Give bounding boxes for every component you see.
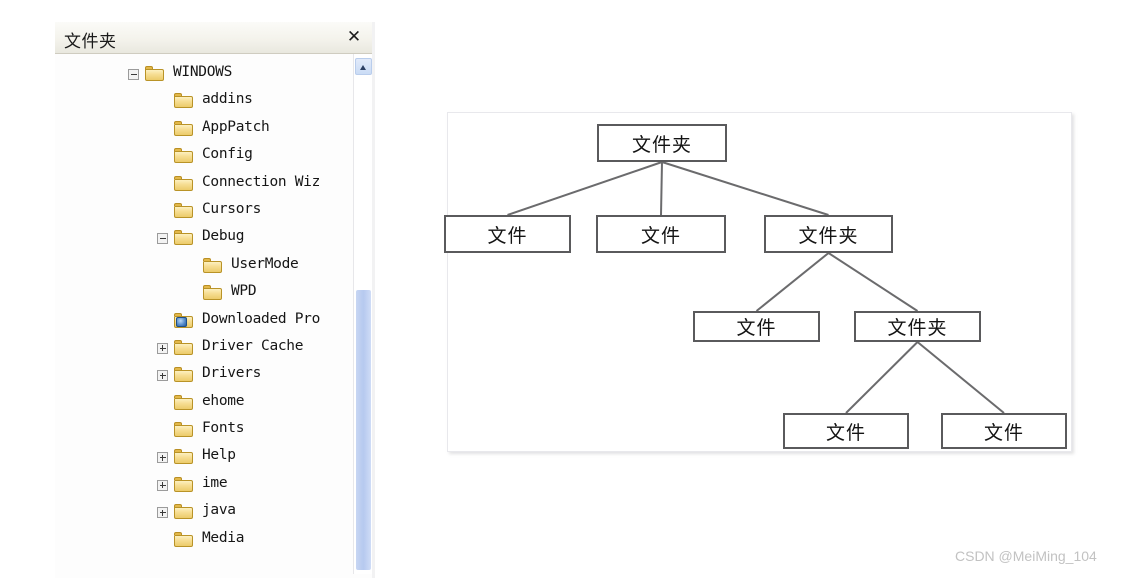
tree-item-ime[interactable]: ime <box>55 473 347 500</box>
tree-item-addins[interactable]: addins <box>55 89 347 116</box>
diagram-node: 文件夹 <box>764 215 893 253</box>
tree-item-config[interactable]: Config <box>55 144 347 171</box>
close-icon[interactable]: ✕ <box>343 27 365 49</box>
explorer-title: 文件夹 <box>64 32 117 52</box>
tree-item-label: Fonts <box>202 420 245 437</box>
folder-tree[interactable]: WINDOWS addins AppPatch Config Connection Wi… <box>55 62 347 578</box>
folder-icon <box>174 230 193 246</box>
tree-item-help[interactable]: Help <box>55 445 347 472</box>
folder-icon <box>174 422 193 438</box>
collapse-icon[interactable] <box>157 233 168 245</box>
folder-icon <box>174 476 193 492</box>
tree-item-media[interactable]: Media <box>55 528 347 555</box>
panel-right-edge <box>372 22 375 578</box>
diagram-edge <box>660 161 663 216</box>
tree-item-cursors[interactable]: Cursors <box>55 199 347 226</box>
diagram-edges <box>507 161 1005 414</box>
diagram-node: 文件夹 <box>854 311 981 342</box>
diagram-node: 文件夹 <box>597 124 727 162</box>
tree-item-usermode[interactable]: UserMode <box>55 254 347 281</box>
tree-item-label: WPD <box>231 283 257 300</box>
explorer-titlebar: 文件夹 ✕ <box>55 22 375 54</box>
folder-icon <box>174 504 193 520</box>
expand-icon[interactable] <box>157 370 168 382</box>
tree-item-label: ehome <box>202 392 245 409</box>
tree-item-downloaded-pro[interactable]: Downloaded Pro <box>55 309 347 336</box>
diagram-node: 文件 <box>941 413 1067 449</box>
tree-item-label: AppPatch <box>202 118 270 135</box>
folder-icon <box>174 449 193 465</box>
chevron-up-icon[interactable] <box>355 58 372 75</box>
tree-item-wpd[interactable]: WPD <box>55 281 347 308</box>
diagram-node: 文件 <box>693 311 820 342</box>
globe-icon <box>176 316 187 327</box>
diagram-edge <box>916 341 1005 414</box>
tree-item-label: ime <box>202 474 228 491</box>
tree-item-label: WINDOWS <box>173 64 233 80</box>
folder-globe-icon <box>174 312 193 328</box>
diagram-edge <box>507 161 663 216</box>
tree-item-apppatch[interactable]: AppPatch <box>55 117 347 144</box>
folder-icon <box>174 175 193 191</box>
folder-icon <box>145 66 164 81</box>
folder-icon <box>203 285 222 301</box>
watermark-text: CSDN @MeiMing_104 <box>955 548 1097 564</box>
folder-icon <box>174 531 193 547</box>
tree-item-label: Media <box>202 529 245 546</box>
folder-icon <box>174 93 193 109</box>
tree-item-connection-wiz[interactable]: Connection Wiz <box>55 172 347 199</box>
diagram-node: 文件 <box>783 413 909 449</box>
explorer-body: WINDOWS addins AppPatch Config Connection Wi… <box>55 54 375 578</box>
tree-item-driver-cache[interactable]: Driver Cache <box>55 336 347 363</box>
expand-icon[interactable] <box>157 479 168 491</box>
tree-item-label: UserMode <box>231 255 299 272</box>
scrollbar-thumb[interactable] <box>356 290 371 570</box>
expand-icon[interactable] <box>157 342 168 354</box>
tree-item-label: Cursors <box>202 200 262 217</box>
expand-icon[interactable] <box>157 452 168 464</box>
diagram-edge <box>827 252 919 312</box>
diagram-node: 文件 <box>444 215 571 253</box>
folder-icon <box>203 257 222 273</box>
diagram-edge <box>661 161 829 216</box>
tree-item-fonts[interactable]: Fonts <box>55 418 347 445</box>
diagram-edge <box>845 341 919 414</box>
tree-item-label: Debug <box>202 228 245 245</box>
folder-explorer-panel: 文件夹 ✕ WINDOWS addins AppPatch Config Connect… <box>55 22 375 578</box>
diagram-edge <box>755 252 830 312</box>
tree-item-java[interactable]: java <box>55 500 347 527</box>
expand-icon[interactable] <box>157 507 168 519</box>
folder-icon <box>174 367 193 383</box>
tree-item-drivers[interactable]: Drivers <box>55 363 347 390</box>
tree-item-windows[interactable]: WINDOWS <box>55 62 347 89</box>
tree-item-debug[interactable]: Debug <box>55 226 347 253</box>
tree-item-label: Help <box>202 447 236 464</box>
folder-icon <box>174 120 193 136</box>
folder-structure-diagram: 文件夹 文件 文件 文件夹 文件 文件夹 文件 文件 <box>444 112 1072 452</box>
tree-item-label: Config <box>202 146 253 163</box>
tree-item-label: Driver Cache <box>202 337 304 354</box>
tree-item-label: Drivers <box>202 365 262 382</box>
collapse-icon[interactable] <box>128 69 139 80</box>
tree-item-label: Downloaded Pro <box>202 310 321 327</box>
tree-item-label: Connection Wiz <box>202 173 321 190</box>
folder-icon <box>174 394 193 410</box>
folder-icon <box>174 339 193 355</box>
diagram-node: 文件 <box>596 215 726 253</box>
tree-item-label: addins <box>202 91 253 108</box>
tree-item-ehome[interactable]: ehome <box>55 391 347 418</box>
tree-item-label: java <box>202 502 236 519</box>
folder-icon <box>174 202 193 218</box>
tree-scrollbar[interactable] <box>353 54 372 574</box>
folder-icon <box>174 148 193 164</box>
